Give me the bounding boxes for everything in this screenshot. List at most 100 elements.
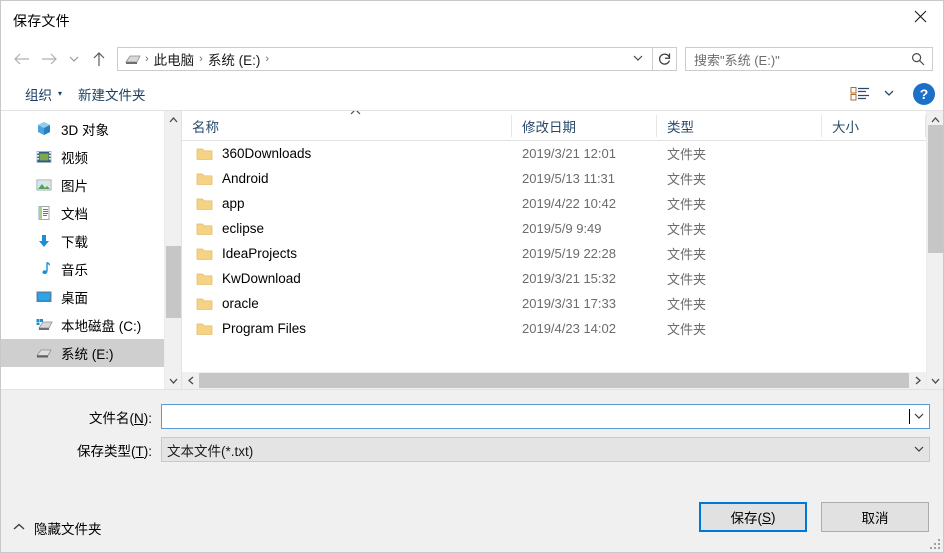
recent-locations-chevron-down-icon[interactable] bbox=[63, 45, 85, 73]
file-name-label: eclipse bbox=[222, 221, 265, 236]
table-row[interactable]: oracle 2019/3/31 17:33 文件夹 bbox=[182, 291, 943, 316]
scroll-up-chevron-up-icon[interactable] bbox=[165, 111, 181, 128]
address-chevron-down-icon[interactable] bbox=[628, 53, 648, 65]
form-area: 文件名(N): 保存类型(T): 文本文件(*.txt) 隐藏文件夹 保存(S… bbox=[1, 390, 943, 552]
file-date-cell: 2019/5/13 11:31 bbox=[522, 171, 616, 186]
file-name-label: Program Files bbox=[222, 321, 307, 336]
sidebar-item-documents[interactable]: 文档 bbox=[1, 199, 181, 227]
filename-row: 文件名(N): bbox=[1, 404, 930, 429]
hide-folders-toggle[interactable]: 隐藏文件夹 bbox=[13, 518, 102, 538]
sidebar-item-label: 下载 bbox=[61, 235, 88, 250]
file-name-cell: app bbox=[182, 196, 512, 211]
music-icon bbox=[35, 260, 53, 278]
folder-icon bbox=[196, 172, 213, 186]
sidebar-item-downloads[interactable]: 下载 bbox=[1, 227, 181, 255]
file-name-cell: eclipse bbox=[182, 221, 512, 236]
file-name-label: oracle bbox=[222, 296, 259, 311]
save-button[interactable]: 保存(S) bbox=[699, 502, 807, 532]
organize-button[interactable]: 组织 ▾ bbox=[17, 80, 70, 108]
window-title: 保存文件 bbox=[13, 13, 70, 29]
chevron-up-icon bbox=[13, 523, 25, 534]
scroll-down-chevron-down-icon[interactable] bbox=[927, 372, 943, 389]
view-chevron-down-icon[interactable] bbox=[879, 87, 899, 100]
file-name-cell: Android bbox=[182, 171, 512, 186]
file-name-cell: 360Downloads bbox=[182, 146, 512, 161]
folder-icon bbox=[196, 147, 213, 161]
view-layout-icon[interactable] bbox=[845, 83, 875, 105]
table-row[interactable]: app 2019/4/22 10:42 文件夹 bbox=[182, 191, 943, 216]
sidebar-item-music[interactable]: 音乐 bbox=[1, 255, 181, 283]
scroll-right-chevron-right-icon[interactable] bbox=[909, 372, 926, 389]
table-row[interactable]: eclipse 2019/5/9 9:49 文件夹 bbox=[182, 216, 943, 241]
arrow-left-icon[interactable] bbox=[7, 45, 35, 73]
filename-label: 文件名(N): bbox=[89, 410, 152, 426]
table-row[interactable]: Android 2019/5/13 11:31 文件夹 bbox=[182, 166, 943, 191]
navigation-pane-scrollbar[interactable] bbox=[164, 111, 181, 389]
refresh-icon[interactable] bbox=[653, 47, 677, 71]
breadcrumb-item-0[interactable]: 此电脑 bbox=[150, 49, 199, 69]
save-file-dialog: 保存文件 › 此电脑 › 系统 (E:) › 搜索"系统 (E:)" 组织 ▾ … bbox=[0, 0, 944, 553]
table-row[interactable]: KwDownload 2019/3/21 15:32 文件夹 bbox=[182, 266, 943, 291]
close-icon[interactable] bbox=[897, 1, 943, 32]
file-list-scrollbar-vertical[interactable] bbox=[926, 111, 943, 389]
sidebar-item-pictures[interactable]: 图片 bbox=[1, 171, 181, 199]
file-name-cell: IdeaProjects bbox=[182, 246, 512, 261]
file-date-cell: 2019/5/19 22:28 bbox=[522, 246, 616, 261]
drive-icon bbox=[35, 344, 53, 362]
file-type-cell: 文件夹 bbox=[667, 172, 707, 187]
file-list-pane: 名称 修改日期 类型 大小 360Downloads 2019/3/21 12:… bbox=[181, 111, 943, 389]
address-bar[interactable]: › 此电脑 › 系统 (E:) › bbox=[117, 47, 653, 71]
scrollbar-thumb[interactable] bbox=[166, 246, 181, 318]
sidebar-item-label: 视频 bbox=[61, 151, 88, 166]
sidebar-item-3d-objects[interactable]: 3D 对象 bbox=[1, 115, 181, 143]
help-button[interactable]: ? bbox=[913, 82, 935, 105]
column-header-type[interactable]: 类型 bbox=[657, 114, 822, 137]
filename-chevron-down-icon[interactable] bbox=[910, 413, 927, 420]
resize-grip-icon[interactable] bbox=[928, 537, 940, 549]
desktop-icon bbox=[35, 288, 53, 306]
scroll-down-chevron-down-icon[interactable] bbox=[165, 372, 181, 389]
folder-icon bbox=[196, 272, 213, 286]
arrow-right-icon[interactable] bbox=[35, 45, 63, 73]
drive-icon bbox=[124, 53, 142, 66]
downloads-icon bbox=[35, 232, 53, 250]
sidebar-item-label: 音乐 bbox=[61, 263, 88, 278]
folder-icon bbox=[196, 247, 213, 261]
sidebar-item-videos[interactable]: 视频 bbox=[1, 143, 181, 171]
sidebar-item-system-e[interactable]: 系统 (E:) bbox=[1, 339, 181, 367]
filetype-accesskey: T bbox=[135, 443, 144, 459]
column-header-name[interactable]: 名称 bbox=[182, 111, 512, 137]
breadcrumb-separator: › bbox=[265, 53, 270, 65]
folder-icon bbox=[196, 297, 213, 311]
sidebar-item-local-disk-c[interactable]: 本地磁盘 (C:) bbox=[1, 311, 181, 339]
breadcrumb-item-1[interactable]: 系统 (E:) bbox=[204, 49, 265, 69]
scroll-left-chevron-left-icon[interactable] bbox=[182, 372, 199, 389]
cancel-button[interactable]: 取消 bbox=[821, 502, 929, 532]
scrollbar-thumb[interactable] bbox=[928, 125, 943, 253]
table-row[interactable]: Program Files 2019/4/23 14:02 文件夹 bbox=[182, 316, 943, 341]
filetype-chevron-down-icon[interactable] bbox=[910, 446, 927, 453]
command-bar-right: ? bbox=[845, 82, 935, 105]
arrow-up-icon[interactable] bbox=[85, 45, 113, 73]
column-headers: 名称 修改日期 类型 大小 bbox=[182, 111, 943, 141]
sort-ascending-icon bbox=[350, 111, 361, 117]
sidebar-item-desktop[interactable]: 桌面 bbox=[1, 283, 181, 311]
new-folder-button[interactable]: 新建文件夹 bbox=[70, 80, 154, 108]
navigation-pane: 3D 对象 视频 图片 文档 下载 音乐 桌面 本地磁盘 (C:) 系统 (E:… bbox=[1, 111, 181, 389]
file-date-cell: 2019/5/9 9:49 bbox=[522, 221, 602, 236]
column-header-size[interactable]: 大小 bbox=[822, 114, 926, 137]
table-row[interactable]: IdeaProjects 2019/5/19 22:28 文件夹 bbox=[182, 241, 943, 266]
documents-icon bbox=[35, 204, 53, 222]
filename-input[interactable] bbox=[161, 404, 930, 429]
file-list-scrollbar-horizontal[interactable] bbox=[182, 372, 926, 389]
sidebar-item-label: 系统 (E:) bbox=[61, 347, 114, 362]
scrollbar-thumb[interactable] bbox=[199, 373, 909, 388]
filetype-label: 保存类型(T): bbox=[77, 443, 152, 459]
new-folder-label: 新建文件夹 bbox=[78, 87, 146, 103]
table-row[interactable]: 360Downloads 2019/3/21 12:01 文件夹 bbox=[182, 141, 943, 166]
scrollbar-track[interactable] bbox=[199, 372, 909, 389]
column-header-date[interactable]: 修改日期 bbox=[512, 114, 657, 137]
search-input[interactable]: 搜索"系统 (E:)" bbox=[685, 47, 933, 71]
search-icon[interactable] bbox=[911, 52, 928, 66]
filetype-select[interactable]: 文本文件(*.txt) bbox=[161, 437, 930, 462]
